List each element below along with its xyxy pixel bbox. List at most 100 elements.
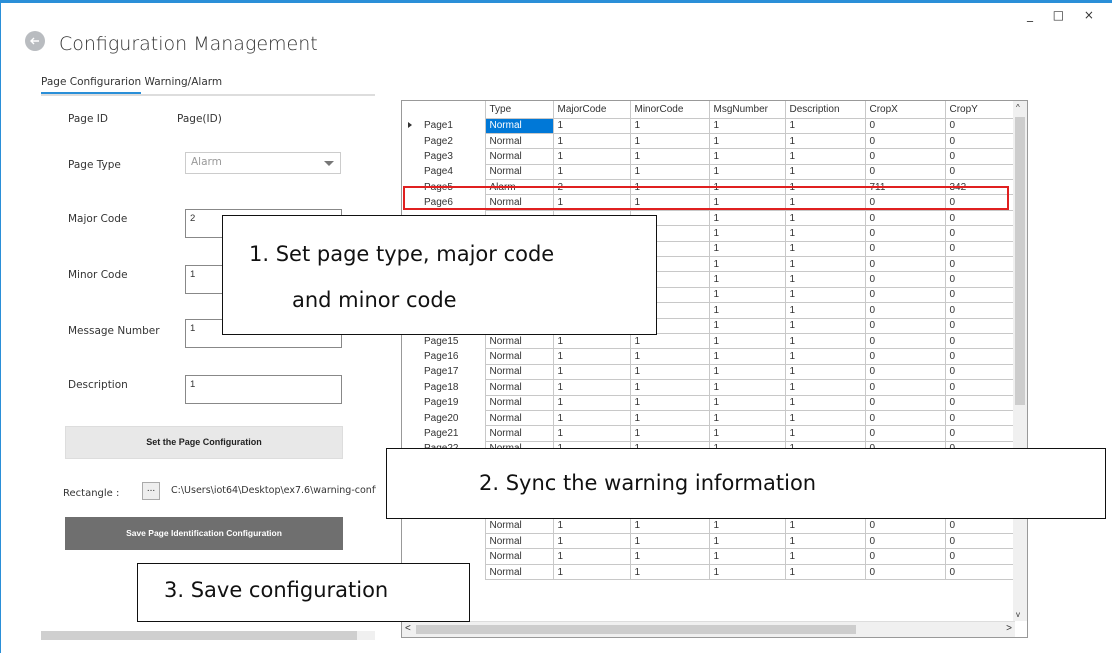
table-cell[interactable]: Normal (484, 332, 554, 350)
window-controls[interactable]: _ □ × (1027, 8, 1102, 22)
row-header[interactable]: Page2 (402, 133, 485, 148)
table-row[interactable]: Page17 Normal 1 1 1 1 0 0 (402, 363, 1014, 381)
table-cell[interactable]: 1 (708, 256, 786, 273)
table-cell[interactable]: 0 (944, 225, 1014, 242)
table-cell[interactable]: 1 (552, 117, 631, 134)
table-cell[interactable]: 1 (552, 548, 631, 565)
table-cell[interactable]: Normal (484, 163, 554, 181)
table-cell[interactable]: Normal (484, 548, 554, 565)
table-cell[interactable]: 1 (629, 148, 710, 165)
table-cell[interactable]: 1 (784, 379, 866, 396)
table-cell[interactable]: Normal (484, 394, 554, 411)
table-row[interactable]: Page2 Normal 1 1 1 1 0 0 (402, 132, 1014, 150)
table-cell[interactable]: 1 (784, 225, 866, 242)
table-cell[interactable]: 1 (784, 132, 866, 150)
table-cell[interactable]: 0 (944, 548, 1014, 565)
row-header[interactable]: Page3 (402, 149, 485, 164)
table-cell[interactable]: 1 (708, 533, 786, 550)
table-cell[interactable]: 1 (708, 317, 786, 334)
table-cell[interactable]: 1 (784, 148, 866, 165)
horizontal-scrollbar[interactable]: < > (402, 621, 1015, 637)
table-cell[interactable]: 1 (784, 348, 866, 365)
table-row[interactable]: Page18 Normal 1 1 1 1 0 0 (402, 379, 1014, 396)
table-cell[interactable]: 0 (944, 379, 1014, 396)
table-cell[interactable]: 0 (864, 332, 946, 350)
col-header-cropy[interactable]: CropY (944, 101, 1014, 119)
table-cell[interactable]: 1 (784, 317, 866, 334)
scroll-right-icon[interactable]: > (1006, 623, 1012, 634)
description-input[interactable]: 1 (185, 375, 342, 404)
table-cell[interactable]: 1 (708, 132, 786, 150)
table-cell[interactable]: Normal (484, 363, 554, 381)
table-cell[interactable]: 1 (552, 148, 631, 165)
col-header-cropx[interactable]: CropX (864, 101, 946, 119)
table-cell[interactable]: 1 (784, 256, 866, 273)
table-row[interactable]: Page16 Normal 1 1 1 1 0 0 (402, 348, 1014, 365)
table-cell[interactable]: 0 (944, 317, 1014, 334)
table-cell[interactable]: 1 (708, 409, 786, 427)
table-cell[interactable]: 1 (784, 533, 866, 550)
table-cell[interactable]: 1 (552, 517, 631, 535)
table-cell[interactable]: 0 (864, 286, 946, 304)
table-cell[interactable]: Normal (484, 117, 554, 134)
table-cell[interactable]: 1 (784, 209, 866, 227)
table-cell[interactable]: 0 (864, 363, 946, 381)
table-cell[interactable]: Normal (484, 132, 554, 150)
table-cell[interactable]: 1 (552, 379, 631, 396)
table-row[interactable]: Normal111100 (402, 548, 1014, 565)
row-header[interactable]: Page18 (402, 380, 485, 395)
row-header[interactable]: Page19 (402, 395, 485, 410)
table-cell[interactable]: 1 (552, 394, 631, 411)
back-button[interactable] (25, 31, 45, 51)
table-row[interactable]: Page1 Normal 1 1 1 1 0 0 (402, 117, 1014, 134)
tab-warning-alarm[interactable]: Warning/Alarm (145, 76, 223, 92)
table-cell[interactable]: 0 (864, 163, 946, 181)
table-cell[interactable]: 1 (784, 332, 866, 350)
table-cell[interactable]: Normal (484, 379, 554, 396)
table-cell[interactable]: 0 (944, 256, 1014, 273)
table-cell[interactable]: 1 (708, 379, 786, 396)
table-cell[interactable]: 1 (784, 394, 866, 411)
row-header[interactable]: Page15 (402, 333, 485, 348)
table-cell[interactable]: 1 (708, 363, 786, 381)
table-cell[interactable]: 0 (944, 409, 1014, 427)
row-header[interactable]: Page17 (402, 364, 485, 379)
save-config-button[interactable]: Save Page Identification Configuration (65, 517, 343, 550)
table-cell[interactable]: 1 (708, 563, 786, 581)
table-row[interactable]: Normal111100 (402, 517, 1014, 535)
table-cell[interactable]: 0 (864, 209, 946, 227)
table-cell[interactable]: 1 (629, 394, 710, 411)
table-cell[interactable]: 1 (708, 302, 786, 319)
col-header-description[interactable]: Description (784, 101, 866, 119)
table-cell[interactable]: 1 (708, 240, 786, 258)
col-header-msgnumber[interactable]: MsgNumber (708, 101, 786, 119)
table-cell[interactable]: 1 (629, 379, 710, 396)
table-cell[interactable]: 1 (784, 286, 866, 304)
table-cell[interactable]: 0 (864, 379, 946, 396)
col-header-type[interactable]: Type (484, 101, 554, 119)
table-cell[interactable]: 1 (708, 117, 786, 134)
table-cell[interactable]: 1 (784, 240, 866, 258)
table-cell[interactable]: 0 (944, 148, 1014, 165)
table-cell[interactable]: 0 (864, 548, 946, 565)
table-cell[interactable]: 0 (944, 240, 1014, 258)
table-cell[interactable]: 1 (629, 363, 710, 381)
table-cell[interactable]: 0 (944, 271, 1014, 288)
table-cell[interactable]: 1 (552, 163, 631, 181)
scroll-down-icon[interactable]: v (1016, 610, 1020, 619)
table-cell[interactable]: 1 (552, 425, 631, 442)
browse-button[interactable]: ... (142, 482, 160, 500)
table-cell[interactable]: 0 (944, 163, 1014, 181)
table-cell[interactable]: 1 (629, 425, 710, 442)
table-cell[interactable]: 0 (864, 317, 946, 334)
scrollbar-thumb[interactable] (41, 631, 357, 640)
table-cell[interactable]: 1 (629, 132, 710, 150)
table-cell[interactable]: Normal (484, 148, 554, 165)
table-cell[interactable]: 1 (784, 409, 866, 427)
table-cell[interactable]: 1 (552, 332, 631, 350)
row-header[interactable] (402, 534, 485, 549)
table-cell[interactable]: 1 (708, 271, 786, 288)
table-cell[interactable]: 1 (629, 332, 710, 350)
table-cell[interactable]: 1 (629, 117, 710, 134)
row-header[interactable]: Page16 (402, 349, 485, 364)
